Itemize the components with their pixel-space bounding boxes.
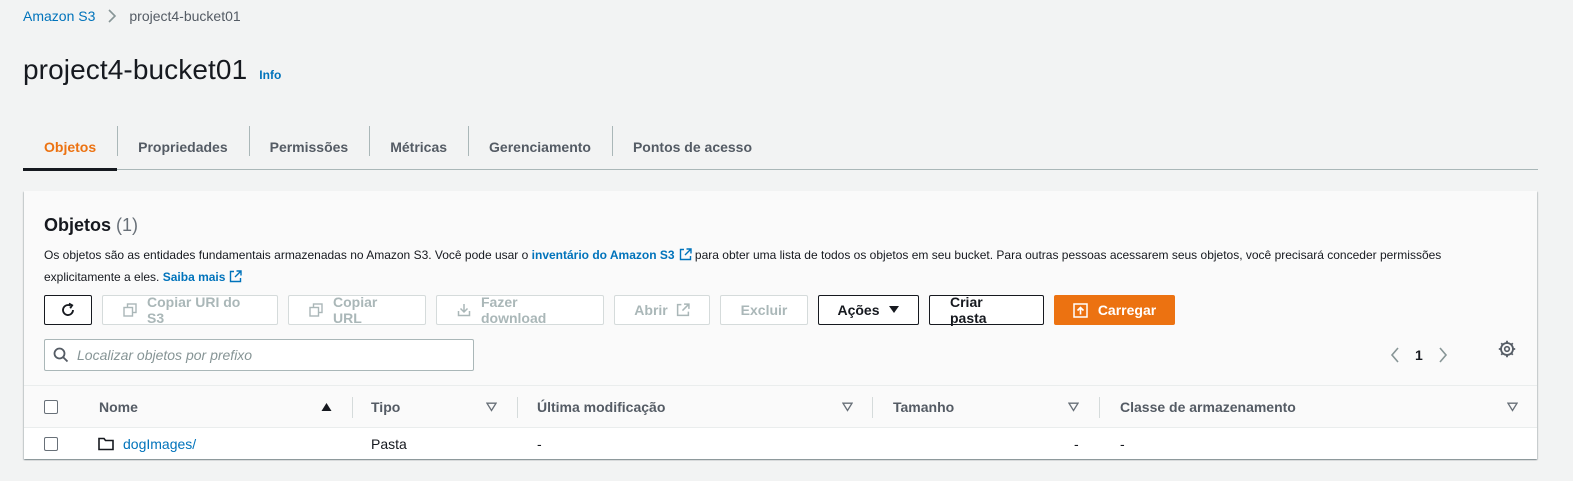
desc-text-1: Os objetos são as entidades fundamentais… bbox=[44, 248, 532, 262]
select-all-cell bbox=[44, 386, 58, 427]
current-page-number[interactable]: 1 bbox=[1415, 347, 1423, 363]
download-label: Fazer download bbox=[481, 294, 547, 326]
tab-permissoes[interactable]: Permissões bbox=[248, 123, 370, 170]
column-header-size[interactable]: Tamanho bbox=[893, 386, 954, 427]
tab-pontos-de-acesso[interactable]: Pontos de acesso bbox=[611, 123, 773, 170]
panel-title-text: Objetos bbox=[44, 215, 112, 235]
actions-dropdown-button[interactable]: Ações bbox=[818, 295, 919, 325]
create-folder-button[interactable]: Criar pasta bbox=[929, 294, 1044, 326]
download-button[interactable]: Fazer download bbox=[436, 294, 604, 326]
refresh-icon bbox=[60, 302, 76, 318]
create-folder-label: Criar pasta bbox=[950, 294, 987, 326]
select-all-checkbox[interactable] bbox=[44, 399, 58, 414]
actions-label: Ações bbox=[837, 302, 880, 318]
column-divider bbox=[517, 397, 518, 418]
download-icon bbox=[457, 303, 471, 317]
row-size-cell: - bbox=[1074, 435, 1079, 452]
objects-panel: Objetos (1) Os objetos são as entidades … bbox=[24, 191, 1537, 459]
open-label: Abrir bbox=[634, 302, 668, 318]
breadcrumb: Amazon S3 project4-bucket01 bbox=[23, 8, 241, 24]
objects-count: (1) bbox=[116, 215, 139, 235]
external-link-icon bbox=[676, 303, 690, 317]
panel-title: Objetos (1) bbox=[44, 215, 138, 236]
objects-toolbar: Copiar URI do S3 Copiar URL Fazer downlo… bbox=[44, 294, 1185, 326]
breadcrumb-current: project4-bucket01 bbox=[129, 8, 241, 24]
copy-s3-uri-button[interactable]: Copiar URI do S3 bbox=[102, 294, 278, 326]
column-header-name[interactable]: Nome bbox=[99, 386, 138, 427]
external-link-icon bbox=[679, 248, 692, 268]
panel-description: Os objetos são as entidades fundamentais… bbox=[44, 246, 1484, 289]
search-icon bbox=[53, 347, 69, 363]
copy-url-button[interactable]: Copiar URL bbox=[288, 294, 426, 326]
breadcrumb-link-amazon-s3[interactable]: Amazon S3 bbox=[23, 8, 95, 24]
sort-icon[interactable] bbox=[842, 386, 853, 427]
external-link-icon bbox=[229, 269, 243, 290]
sort-icon[interactable] bbox=[486, 386, 497, 427]
learn-more-label: Saiba mais bbox=[162, 269, 226, 284]
sort-ascending-icon[interactable] bbox=[321, 386, 332, 427]
column-header-last-modified[interactable]: Última modificação bbox=[537, 386, 665, 427]
objects-table: Nome Tipo Última modificação Tamanho Cla… bbox=[24, 385, 1537, 459]
row-type-cell: Pasta bbox=[371, 435, 407, 452]
next-page-icon[interactable] bbox=[1438, 347, 1448, 363]
previous-page-icon[interactable] bbox=[1390, 347, 1400, 363]
caret-down-icon bbox=[888, 305, 900, 315]
delete-button[interactable]: Excluir bbox=[720, 295, 808, 325]
row-select-cell bbox=[44, 428, 58, 459]
copy-s3-uri-label: Copiar URI do S3 bbox=[147, 294, 241, 326]
upload-icon bbox=[1073, 302, 1088, 318]
page-title: project4-bucket01 bbox=[23, 54, 248, 85]
tab-propriedades[interactable]: Propriedades bbox=[117, 123, 248, 170]
tab-objetos[interactable]: Objetos bbox=[23, 123, 118, 171]
row-last-modified-cell: - bbox=[537, 435, 542, 452]
row-checkbox[interactable] bbox=[44, 436, 58, 451]
page-header: project4-bucket01 Info bbox=[23, 54, 281, 86]
settings-gear-icon[interactable] bbox=[1498, 340, 1516, 358]
prefix-search-input[interactable] bbox=[77, 347, 457, 363]
tab-metricas[interactable]: Métricas bbox=[369, 123, 468, 170]
prefix-search bbox=[44, 339, 474, 371]
column-header-type[interactable]: Tipo bbox=[371, 386, 400, 427]
table-header: Nome Tipo Última modificação Tamanho Cla… bbox=[24, 385, 1537, 428]
copy-url-label: Copiar URL bbox=[333, 294, 378, 326]
column-divider bbox=[1099, 397, 1100, 418]
row-name-cell: dogImages/ bbox=[98, 428, 196, 459]
refresh-button[interactable] bbox=[44, 295, 92, 325]
tab-gerenciamento[interactable]: Gerenciamento bbox=[468, 123, 612, 170]
inventory-link[interactable]: inventário do Amazon S3 bbox=[532, 248, 692, 262]
bucket-tabs: Objetos Propriedades Permissões Métricas… bbox=[23, 123, 1538, 171]
column-divider bbox=[352, 397, 353, 418]
open-button[interactable]: Abrir bbox=[614, 295, 710, 325]
delete-label: Excluir bbox=[740, 302, 788, 318]
table-row: dogImages/ Pasta - - - bbox=[24, 428, 1537, 459]
inventory-link-label: inventário do Amazon S3 bbox=[531, 248, 675, 262]
info-link[interactable]: Info bbox=[259, 68, 281, 82]
row-storage-class-cell: - bbox=[1120, 435, 1125, 452]
copy-icon bbox=[123, 303, 137, 317]
folder-icon bbox=[98, 437, 114, 451]
object-name-link[interactable]: dogImages/ bbox=[123, 436, 196, 452]
pagination: 1 bbox=[1390, 339, 1448, 371]
upload-button[interactable]: Carregar bbox=[1054, 295, 1175, 325]
column-divider bbox=[872, 397, 873, 418]
chevron-right-icon bbox=[107, 9, 117, 23]
sort-icon[interactable] bbox=[1068, 386, 1079, 427]
copy-icon bbox=[309, 303, 323, 317]
upload-label: Carregar bbox=[1097, 302, 1157, 318]
sort-icon[interactable] bbox=[1507, 386, 1518, 427]
learn-more-link[interactable]: Saiba mais bbox=[163, 270, 243, 284]
column-header-storage-class[interactable]: Classe de armazenamento bbox=[1120, 386, 1296, 427]
